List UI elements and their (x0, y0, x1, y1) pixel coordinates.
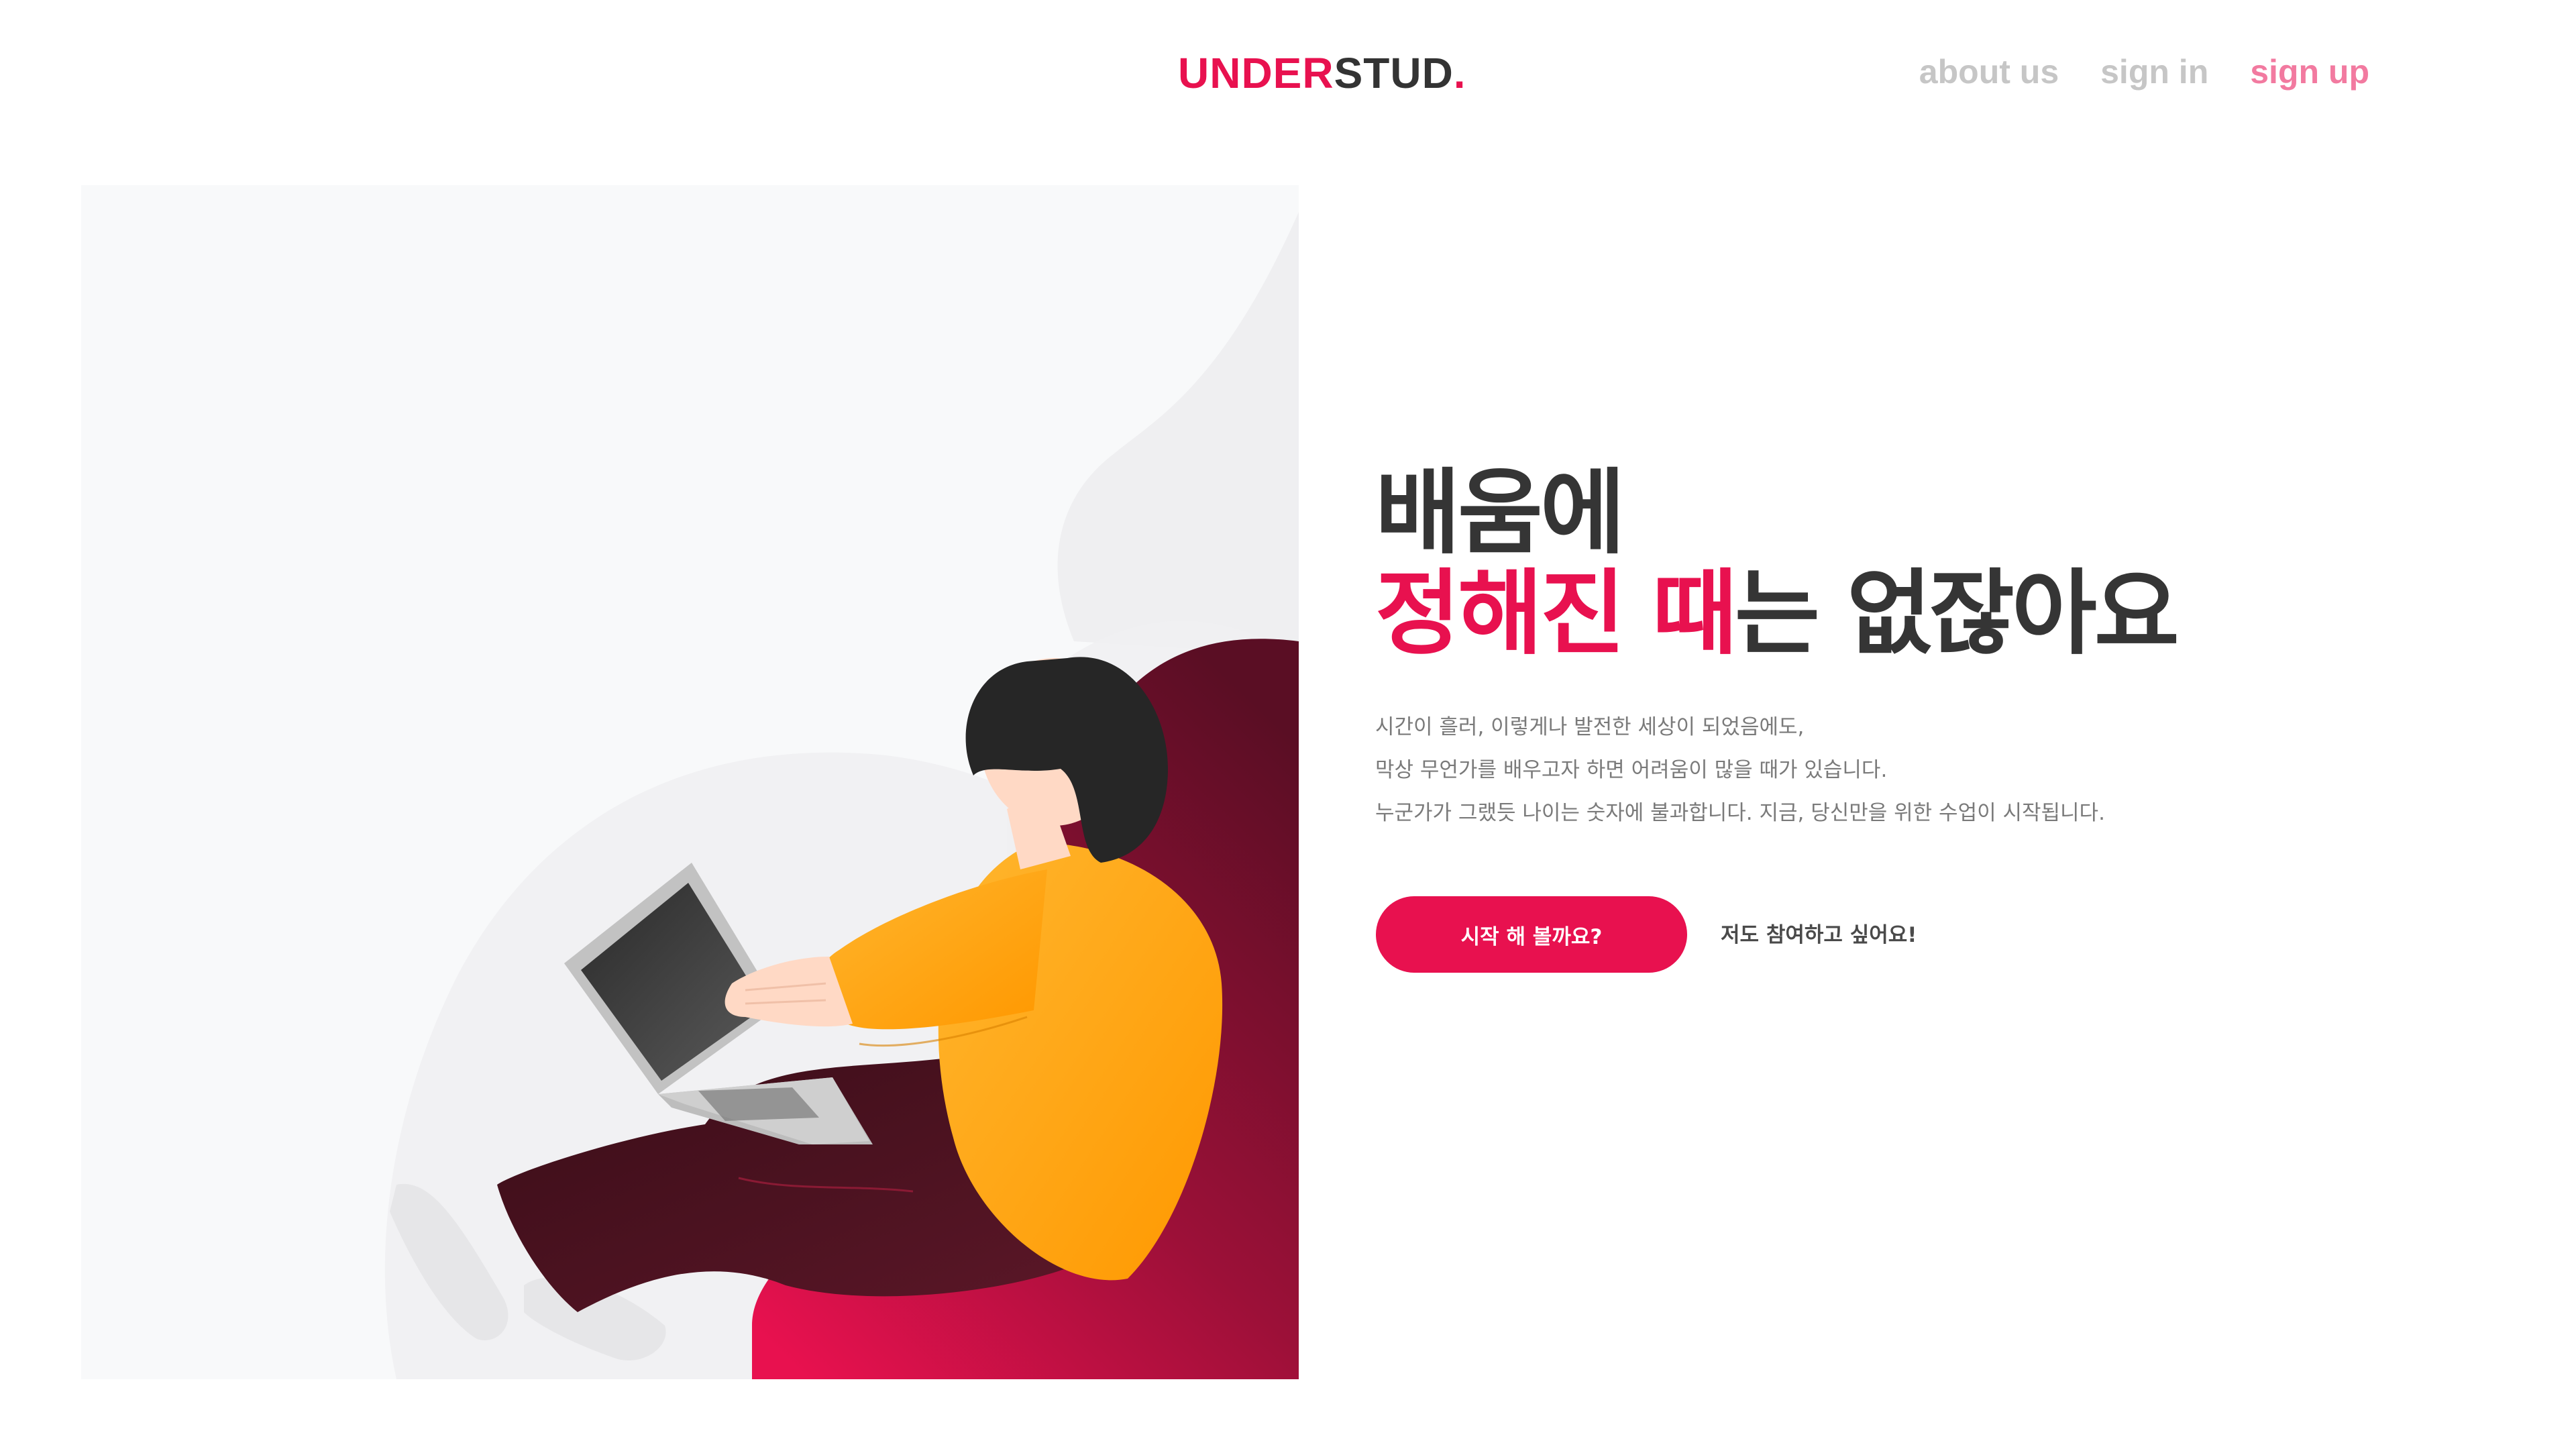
logo-accent: UNDER (1178, 49, 1334, 97)
person-with-laptop-illustration (81, 212, 1299, 1379)
headline-line-1: 배움에 (1375, 459, 1625, 567)
nav-about-link[interactable]: about us (1919, 52, 2059, 91)
top-nav: about us sign in sign up (1919, 52, 2369, 91)
join-button[interactable]: 저도 참여하고 싶어요! (1721, 918, 1917, 948)
hero-illustration (81, 185, 1299, 1379)
logo-text: STUD (1334, 49, 1454, 97)
nav-signin-link[interactable]: sign in (2100, 52, 2208, 91)
hero-description: 시간이 흘러, 이렇게나 발전한 세상이 되었음에도, 막상 무언가를 배우고자… (1375, 706, 2105, 835)
hero-headline: 배움에 정해진 때는 없잖아요 (1375, 463, 2180, 667)
nav-signup-link[interactable]: sign up (2250, 52, 2369, 91)
headline-rest: 는 없잖아요 (1734, 559, 2180, 667)
description-line-3: 누군가가 그랬듯 나이는 숫자에 불과합니다. 지금, 당신만을 위한 수업이 … (1375, 801, 2105, 825)
headline-highlight-2: 때 (1652, 559, 1737, 667)
description-line-2: 막상 무언가를 배우고자 하면 어려움이 많을 때가 있습니다. (1375, 758, 1888, 782)
start-button[interactable]: 시작 해 볼까요? (1376, 896, 1687, 973)
description-line-1: 시간이 흘러, 이렇게나 발전한 세상이 되었음에도, (1375, 715, 1805, 739)
logo[interactable]: UNDERSTUD. (1178, 48, 1466, 98)
logo-dot: . (1453, 49, 1466, 97)
headline-highlight-1: 정해진 (1375, 559, 1625, 667)
landing-page: UNDERSTUD. about us sign in sign up 배움에 … (0, 0, 2576, 1449)
